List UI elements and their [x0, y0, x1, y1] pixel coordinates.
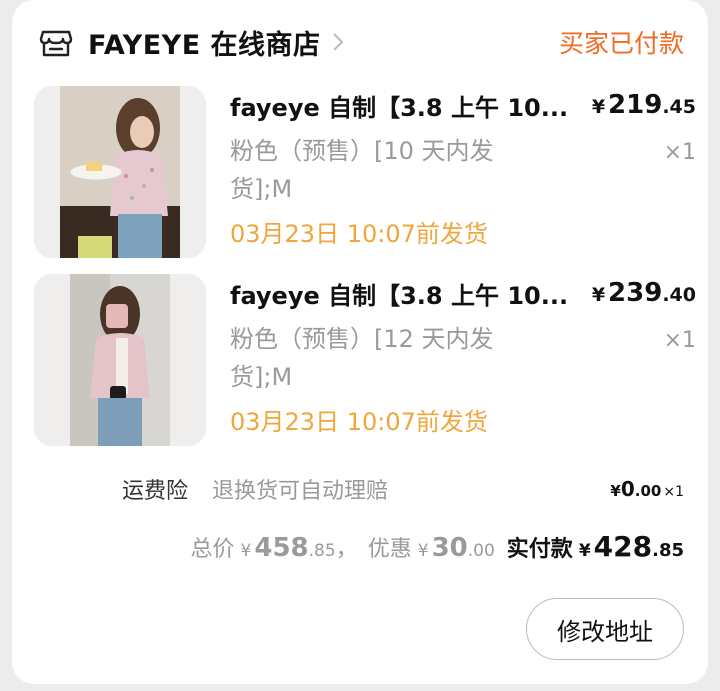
- ship-by-date: 03月23日 10:07前发货: [230, 220, 488, 248]
- price-integer: 219: [608, 90, 663, 120]
- product-quantity: ×1: [663, 140, 696, 165]
- currency-symbol: ¥: [610, 482, 621, 500]
- product-spec: 粉色（预售）[12 天内发货];M: [230, 325, 494, 391]
- price-integer: 0: [620, 477, 635, 501]
- product-quantity: ×1: [663, 328, 696, 353]
- product-price: ¥239.40: [592, 278, 696, 308]
- store-icon: [39, 30, 73, 57]
- paid-label: 实付款: [506, 537, 573, 562]
- price-decimal: .45: [662, 96, 696, 118]
- paid-decimal: .85: [652, 540, 684, 561]
- product-spec: 粉色（预售）[10 天内发货];M: [230, 137, 494, 203]
- insurance-label: 运费险: [122, 479, 189, 504]
- discount-decimal: .00: [467, 541, 495, 561]
- order-status: 买家已付款: [558, 29, 684, 58]
- currency-symbol: ¥: [591, 96, 606, 118]
- total-label: 总价: [190, 537, 235, 562]
- product-title[interactable]: fayeye 自制【3.8 上午 10...: [230, 276, 570, 311]
- shop-header[interactable]: FAYEYE 在线商店 买家已付款: [38, 20, 684, 64]
- shipping-insurance-row: 运费险 退换货可自动理赔 ¥0.00 ×1: [122, 472, 684, 506]
- price-decimal: .40: [662, 284, 696, 306]
- price-integer: 239: [608, 278, 663, 308]
- insurance-description: 退换货可自动理赔: [212, 479, 389, 504]
- modify-address-button[interactable]: 修改地址: [526, 598, 684, 660]
- price-decimal: .00: [634, 482, 662, 500]
- separator: ，: [335, 537, 358, 562]
- insurance-price: ¥0.00 ×1: [610, 477, 684, 501]
- paid-integer: 428: [593, 530, 653, 563]
- insurance-quantity: ×1: [663, 484, 684, 500]
- product-price: ¥219.45: [592, 90, 696, 120]
- discount-integer: 30: [431, 533, 468, 563]
- order-item[interactable]: fayeye 自制【3.8 上午 10... ¥219.45 粉色（预售）[10…: [34, 86, 710, 262]
- product-thumbnail[interactable]: [34, 274, 206, 446]
- order-totals: 总价 ¥ 458 .85 ， 优惠 ¥ 30 .00 实付款 ¥ 428 .85: [191, 530, 684, 566]
- total-integer: 458: [254, 533, 309, 563]
- order-item[interactable]: fayeye 自制【3.8 上午 10... ¥239.40 粉色（预售）[12…: [34, 274, 710, 450]
- currency-symbol: ¥: [240, 541, 252, 561]
- order-card: FAYEYE 在线商店 买家已付款 fayeye 自制【3.8 上午 10...…: [12, 0, 708, 684]
- currency-symbol: ¥: [578, 541, 591, 561]
- product-thumbnail[interactable]: [34, 86, 206, 258]
- ship-by-date: 03月23日 10:07前发货: [230, 408, 488, 436]
- total-decimal: .85: [308, 541, 336, 561]
- shop-name[interactable]: FAYEYE 在线商店: [88, 23, 321, 62]
- product-title[interactable]: fayeye 自制【3.8 上午 10...: [230, 88, 570, 123]
- discount-label: 优惠: [367, 537, 412, 562]
- currency-symbol: ¥: [591, 284, 606, 306]
- chevron-right-icon[interactable]: [331, 31, 345, 53]
- currency-symbol: ¥: [417, 541, 429, 561]
